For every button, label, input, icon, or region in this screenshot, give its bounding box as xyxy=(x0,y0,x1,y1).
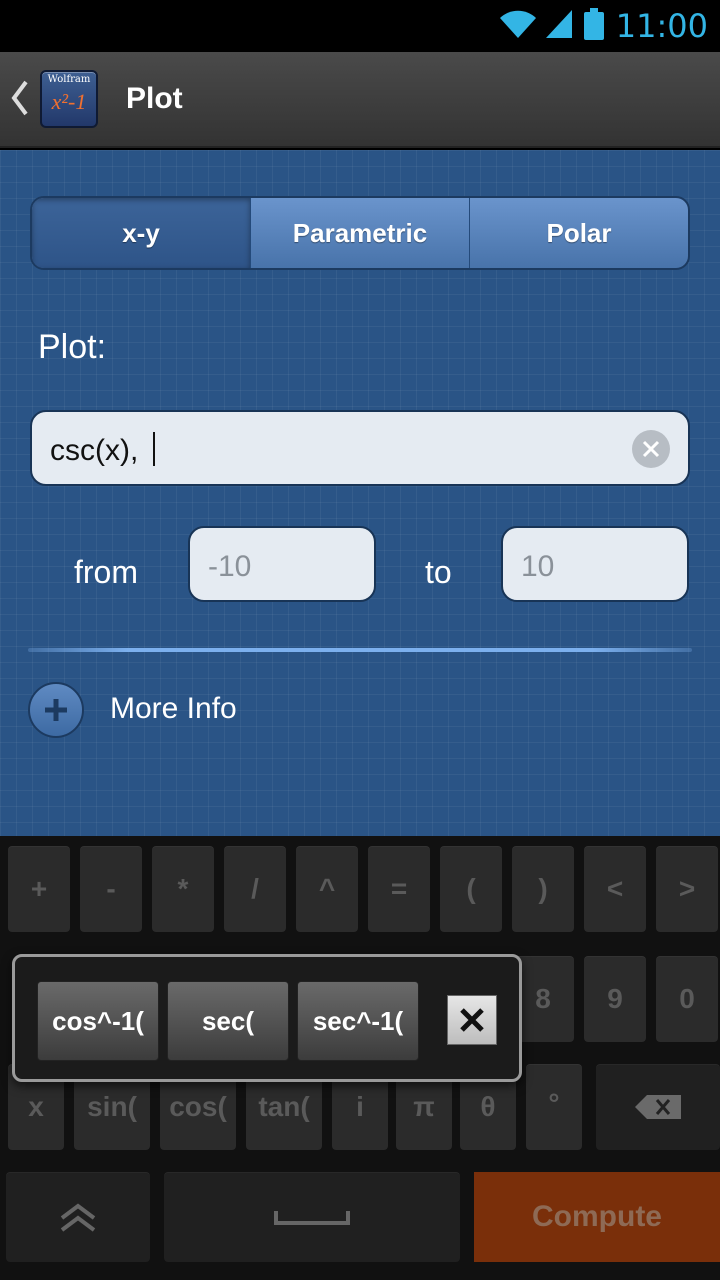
more-info-label[interactable]: More Info xyxy=(110,692,237,726)
suggestion-arcsec[interactable]: sec^-1( xyxy=(297,981,419,1061)
from-input[interactable]: -10 xyxy=(188,526,376,602)
key-equals[interactable]: = xyxy=(368,846,430,932)
logo-brand-text: Wolfram xyxy=(47,74,91,85)
from-label: from xyxy=(74,554,138,590)
key-open-paren[interactable]: ( xyxy=(440,846,502,932)
compute-button[interactable]: Compute xyxy=(474,1172,720,1262)
space-icon xyxy=(274,1211,350,1225)
key-divide[interactable]: / xyxy=(224,846,286,932)
status-bar: 11:00 xyxy=(0,0,720,52)
plot-type-tabs: x-y Parametric Polar xyxy=(30,196,690,270)
to-input[interactable]: 10 xyxy=(501,526,689,602)
signal-icon xyxy=(544,8,574,45)
chevron-up-icon xyxy=(60,1203,96,1232)
close-icon xyxy=(642,440,660,458)
tab-polar[interactable]: Polar xyxy=(470,198,688,268)
key-power[interactable]: ^ xyxy=(296,846,358,932)
from-placeholder: -10 xyxy=(208,550,252,583)
plot-label: Plot: xyxy=(38,328,107,366)
tab-parametric[interactable]: Parametric xyxy=(251,198,470,268)
action-bar: Wolfram x²-1 Plot xyxy=(0,52,720,148)
key-close-paren[interactable]: ) xyxy=(512,846,574,932)
suggestion-sec[interactable]: sec( xyxy=(167,981,289,1061)
plot-form: x-y Parametric Polar Plot: csc(x), from … xyxy=(0,150,720,836)
text-caret xyxy=(152,432,155,466)
key-minus[interactable]: - xyxy=(80,846,142,932)
divider xyxy=(28,648,692,652)
popup-close-button[interactable] xyxy=(447,995,497,1045)
to-label: to xyxy=(425,554,452,590)
space-button[interactable] xyxy=(164,1172,460,1262)
expression-input[interactable]: csc(x), xyxy=(30,410,690,486)
key-0[interactable]: 0 xyxy=(656,956,718,1042)
wifi-icon xyxy=(498,8,538,45)
key-less-than[interactable]: < xyxy=(584,846,646,932)
battery-icon xyxy=(583,7,604,45)
expression-value: csc(x), xyxy=(50,434,147,467)
logo-formula: x²-1 xyxy=(51,89,87,114)
key-plus[interactable]: + xyxy=(8,846,70,932)
backspace-button[interactable] xyxy=(596,1064,720,1150)
backspace-icon xyxy=(635,1095,681,1119)
status-time: 11:00 xyxy=(615,7,708,45)
more-info-button[interactable] xyxy=(28,682,84,738)
key-greater-than[interactable]: > xyxy=(656,846,718,932)
close-icon xyxy=(460,1008,484,1032)
to-placeholder: 10 xyxy=(521,550,555,583)
tab-x-y[interactable]: x-y xyxy=(32,198,251,268)
back-chevron-icon[interactable] xyxy=(8,78,30,123)
app-logo[interactable]: Wolfram x²-1 xyxy=(40,70,98,128)
page-title: Plot xyxy=(126,82,183,115)
key-multiply[interactable]: * xyxy=(152,846,214,932)
function-suggestions-popup: cos^-1( sec( sec^-1( xyxy=(12,954,522,1082)
shift-button[interactable] xyxy=(6,1172,150,1262)
clear-input-button[interactable] xyxy=(632,430,670,468)
suggestion-arccos[interactable]: cos^-1( xyxy=(37,981,159,1061)
key-degree[interactable]: ° xyxy=(526,1064,582,1150)
key-9[interactable]: 9 xyxy=(584,956,646,1042)
plus-icon xyxy=(45,699,67,721)
